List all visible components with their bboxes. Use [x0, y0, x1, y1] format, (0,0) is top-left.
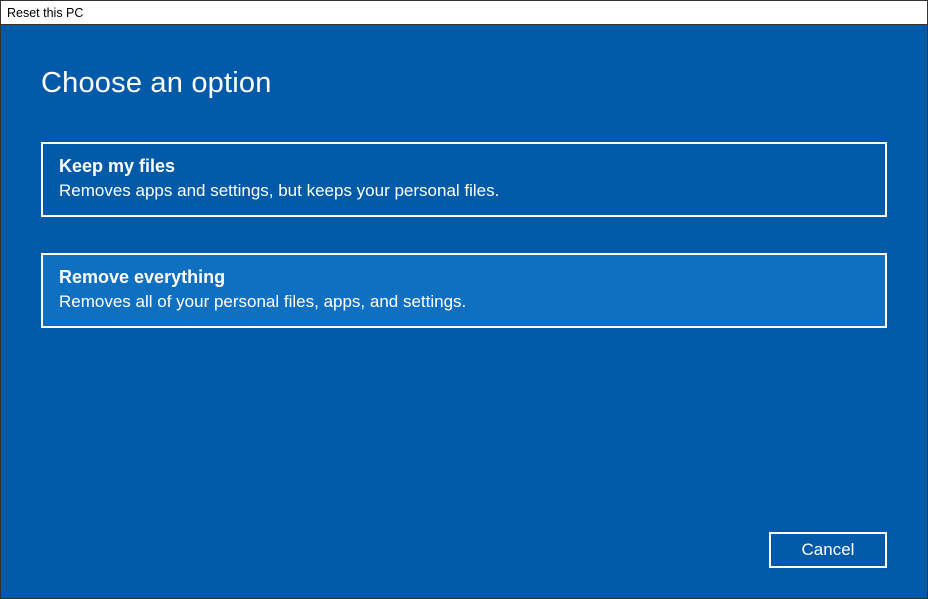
options-list: Keep my files Removes apps and settings,…: [41, 142, 887, 328]
content-pane: Choose an option Keep my files Removes a…: [1, 25, 927, 598]
titlebar: Reset this PC: [1, 1, 927, 25]
cancel-button[interactable]: Cancel: [769, 532, 887, 568]
window-title: Reset this PC: [7, 6, 83, 20]
option-keep-my-files[interactable]: Keep my files Removes apps and settings,…: [41, 142, 887, 217]
reset-pc-window: Reset this PC Choose an option Keep my f…: [0, 0, 928, 599]
option-desc: Removes all of your personal files, apps…: [59, 292, 869, 312]
option-desc: Removes apps and settings, but keeps you…: [59, 181, 869, 201]
page-heading: Choose an option: [41, 67, 887, 100]
option-title: Remove everything: [59, 267, 869, 288]
footer: Cancel: [769, 532, 887, 568]
option-remove-everything[interactable]: Remove everything Removes all of your pe…: [41, 253, 887, 328]
option-title: Keep my files: [59, 156, 869, 177]
